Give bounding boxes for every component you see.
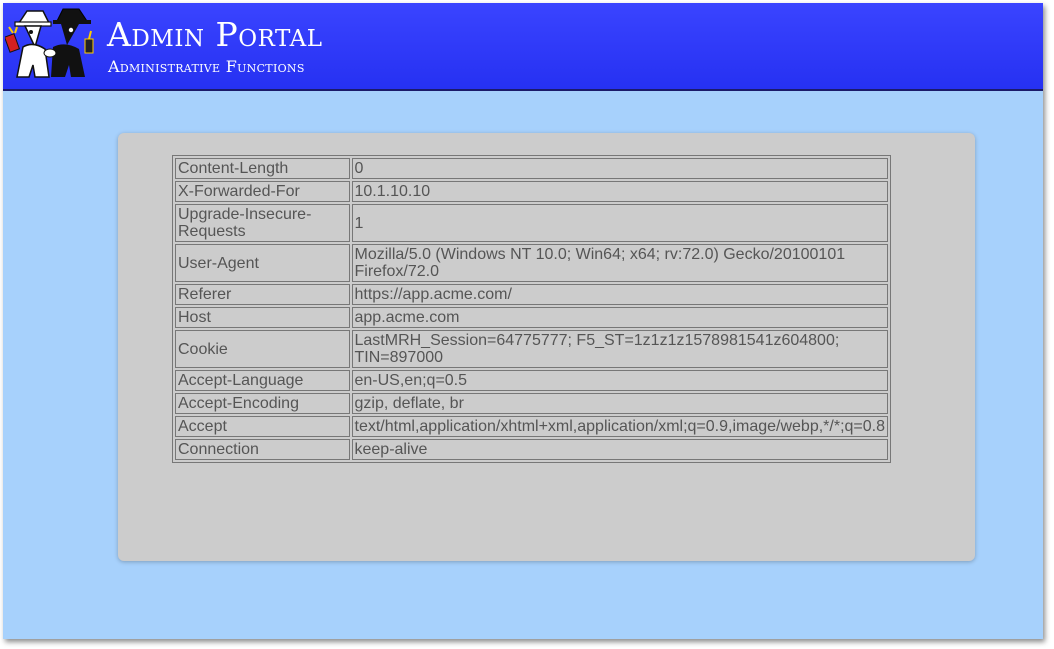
header-name-cell: Referer bbox=[175, 284, 350, 305]
spy-vs-spy-logo bbox=[5, 8, 94, 78]
header-value-cell: LastMRH_Session=64775777; F5_ST=1z1z1z15… bbox=[351, 330, 888, 368]
page-header: Admin Portal Administrative Functions bbox=[3, 3, 1043, 91]
page-title: Admin Portal bbox=[107, 15, 323, 54]
header-name-cell: Accept-Language bbox=[175, 370, 350, 391]
table-row: Accept text/html,application/xhtml+xml,ap… bbox=[175, 416, 888, 437]
table-row: Cookie LastMRH_Session=64775777; F5_ST=1z… bbox=[175, 330, 888, 368]
page-subtitle: Administrative Functions bbox=[108, 57, 305, 76]
header-name-cell: Cookie bbox=[175, 330, 350, 368]
header-value-cell: en-US,en;q=0.5 bbox=[351, 370, 888, 391]
header-name-cell: User-Agent bbox=[175, 244, 350, 282]
header-name-cell: Connection bbox=[175, 439, 350, 460]
table-row: Connection keep-alive bbox=[175, 439, 888, 460]
header-value-cell: 0 bbox=[351, 158, 888, 179]
header-name-cell: Host bbox=[175, 307, 350, 328]
table-row: Referer https://app.acme.com/ bbox=[175, 284, 888, 305]
table-row: X-Forwarded-For 10.1.10.10 bbox=[175, 181, 888, 202]
headers-panel: Content-Length 0 X-Forwarded-For 10.1.10.10… bbox=[118, 133, 975, 561]
request-headers-table-body: Content-Length 0 X-Forwarded-For 10.1.10.10… bbox=[175, 158, 888, 460]
request-headers-table: Content-Length 0 X-Forwarded-For 10.1.10.10… bbox=[172, 155, 891, 463]
header-value-cell: text/html,application/xhtml+xml,applicat… bbox=[351, 416, 888, 437]
header-value-cell: 10.1.10.10 bbox=[351, 181, 888, 202]
table-row: Host app.acme.com bbox=[175, 307, 888, 328]
header-name-cell: Accept-Encoding bbox=[175, 393, 350, 414]
header-value-cell: 1 bbox=[351, 204, 888, 242]
header-name-cell: Content-Length bbox=[175, 158, 350, 179]
header-value-cell: gzip, deflate, br bbox=[351, 393, 888, 414]
header-name-cell: Accept bbox=[175, 416, 350, 437]
header-value-cell: keep-alive bbox=[351, 439, 888, 460]
header-name-cell: X-Forwarded-For bbox=[175, 181, 350, 202]
header-value-cell: https://app.acme.com/ bbox=[351, 284, 888, 305]
table-row: Upgrade-Insecure-Requests 1 bbox=[175, 204, 888, 242]
header-value-cell: Mozilla/5.0 (Windows NT 10.0; Win64; x64… bbox=[351, 244, 888, 282]
header-name-cell: Upgrade-Insecure-Requests bbox=[175, 204, 350, 242]
table-row: Accept-Encoding gzip, deflate, br bbox=[175, 393, 888, 414]
admin-portal-window: Admin Portal Administrative Functions Co… bbox=[3, 3, 1043, 639]
table-row: Accept-Language en-US,en;q=0.5 bbox=[175, 370, 888, 391]
table-row: Content-Length 0 bbox=[175, 158, 888, 179]
table-row: User-Agent Mozilla/5.0 (Windows NT 10.0; … bbox=[175, 244, 888, 282]
header-value-cell: app.acme.com bbox=[351, 307, 888, 328]
